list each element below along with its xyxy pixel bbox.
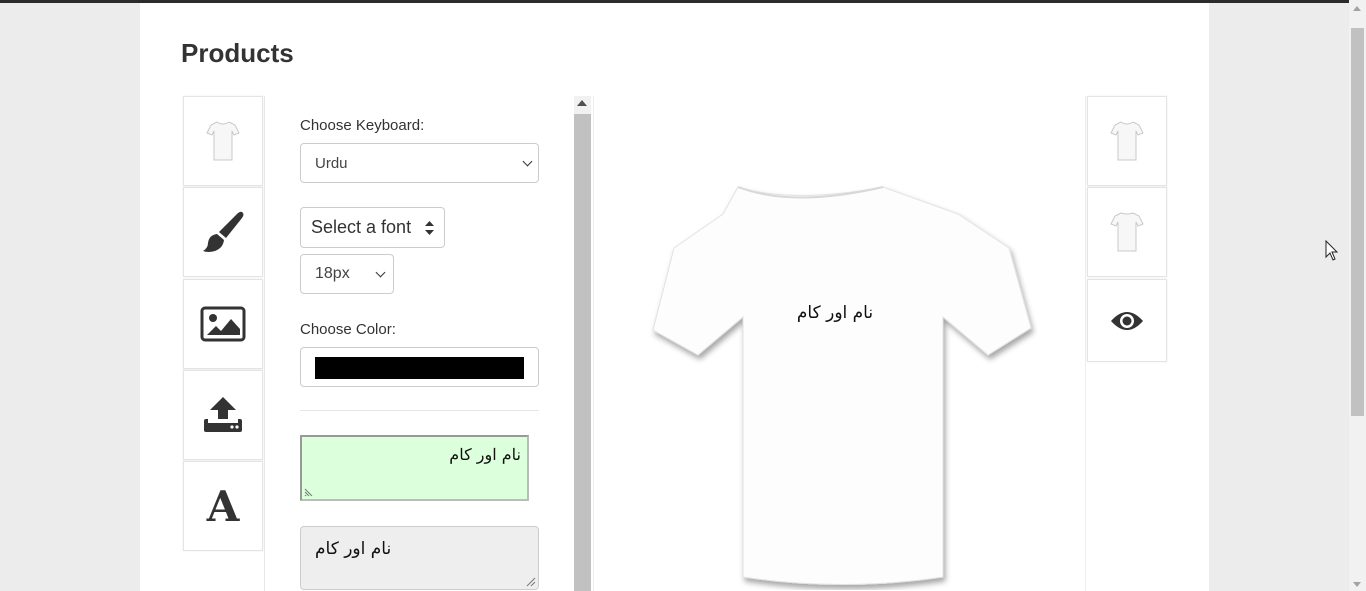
tool-paint-button[interactable] bbox=[183, 187, 263, 277]
tshirt-mockup-image bbox=[652, 186, 1032, 585]
scrollbar-thumb[interactable] bbox=[574, 114, 591, 591]
keyboard-label: Choose Keyboard: bbox=[300, 117, 425, 134]
back-view-icon bbox=[1110, 212, 1144, 252]
resize-grip-icon[interactable] bbox=[525, 576, 536, 587]
upload-icon bbox=[204, 397, 242, 432]
scroll-up-arrow-icon[interactable] bbox=[577, 100, 587, 106]
preview-button[interactable] bbox=[1087, 279, 1167, 362]
front-view-button[interactable] bbox=[1087, 96, 1167, 186]
color-swatch bbox=[315, 357, 524, 379]
editor-panel-scrollbar[interactable] bbox=[574, 96, 591, 591]
scroll-down-arrow-icon[interactable] bbox=[1353, 582, 1361, 587]
keyboard-select[interactable]: Urdu bbox=[300, 143, 539, 183]
tshirt-icon bbox=[206, 121, 240, 161]
tool-upload-button[interactable] bbox=[183, 370, 263, 460]
updown-arrows-icon bbox=[425, 221, 434, 235]
resize-grip-icon[interactable] bbox=[304, 486, 315, 497]
keyboard-select-value: Urdu bbox=[315, 154, 348, 172]
image-icon bbox=[200, 306, 246, 342]
preview-eye-icon bbox=[1111, 311, 1143, 330]
tool-tshirt-button[interactable] bbox=[183, 96, 263, 186]
tool-image-button[interactable] bbox=[183, 279, 263, 369]
window-scrollbar[interactable] bbox=[1349, 0, 1366, 591]
color-picker[interactable] bbox=[300, 347, 539, 387]
text-area[interactable]: نام اور کام bbox=[300, 526, 539, 590]
urdu-input-text: نام اور کام bbox=[449, 445, 521, 464]
urdu-keyboard-input[interactable]: نام اور کام bbox=[300, 435, 529, 501]
text-icon: A bbox=[206, 481, 240, 531]
tool-text-button[interactable]: A bbox=[183, 461, 263, 551]
text-area-value: نام اور کام bbox=[315, 539, 392, 559]
shirt-design-text[interactable]: نام اور کام bbox=[760, 303, 910, 323]
back-view-button[interactable] bbox=[1087, 187, 1167, 277]
chevron-down-icon bbox=[522, 156, 533, 167]
mouse-cursor-icon bbox=[1325, 240, 1339, 261]
divider bbox=[300, 410, 539, 411]
window-scrollbar-thumb[interactable] bbox=[1351, 28, 1364, 416]
scroll-up-arrow-icon[interactable] bbox=[1353, 6, 1361, 11]
color-label: Choose Color: bbox=[300, 321, 396, 338]
paintbrush-icon bbox=[203, 211, 244, 252]
chevron-down-icon bbox=[375, 267, 386, 278]
font-size-value: 18px bbox=[315, 265, 350, 282]
font-select[interactable]: Select a font bbox=[300, 207, 445, 248]
font-size-select[interactable]: 18px bbox=[300, 254, 394, 294]
page-title: Products bbox=[181, 38, 294, 68]
front-view-icon bbox=[1110, 121, 1144, 161]
font-select-value: Select a font bbox=[311, 217, 412, 237]
